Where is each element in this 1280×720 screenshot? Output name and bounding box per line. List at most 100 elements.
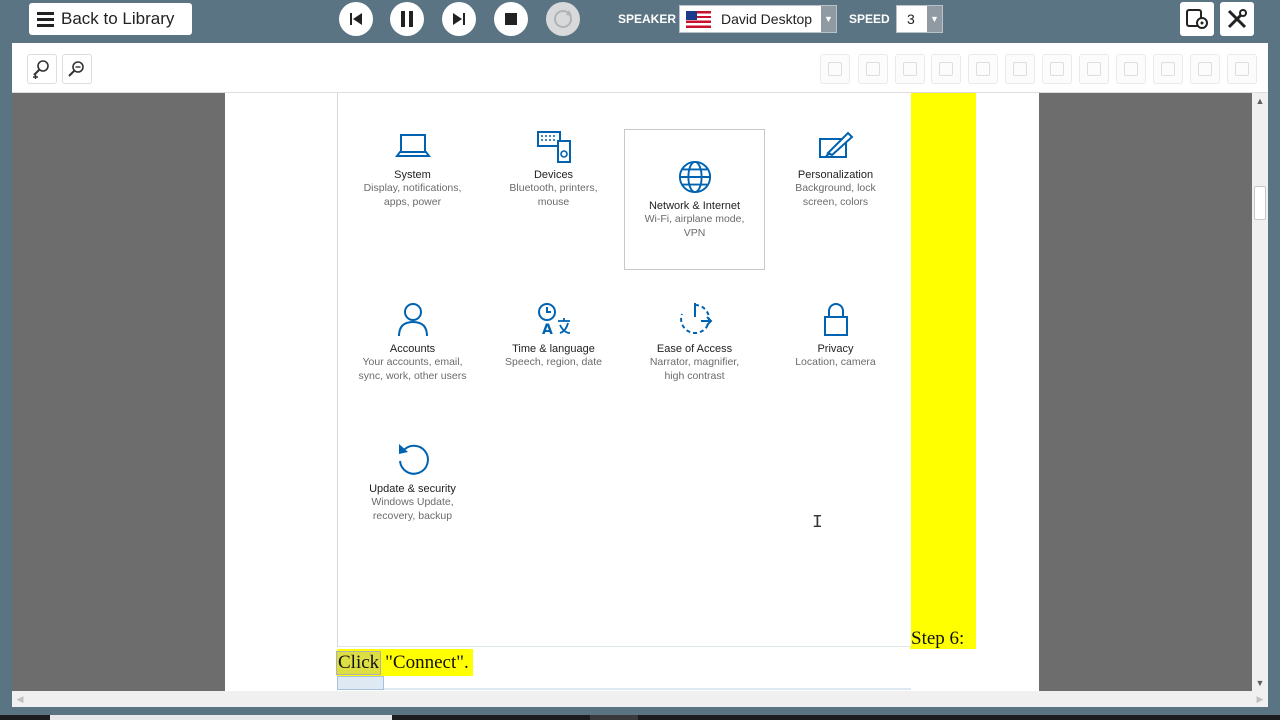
copy-icon <box>866 62 880 76</box>
scroll-left-icon[interactable]: ◀ <box>12 691 28 707</box>
ease-of-access-icon <box>679 303 712 334</box>
highlight-tool-button[interactable] <box>1079 54 1109 84</box>
top-toolbar: Back to Library SPEAKER David Desktop ▼ … <box>0 0 1280 43</box>
repeat-button[interactable] <box>546 2 580 36</box>
paste-tool-button[interactable] <box>931 54 961 84</box>
cut-tool-button[interactable] <box>895 54 925 84</box>
delete-tool-button[interactable] <box>1227 54 1257 84</box>
tile-title: System <box>394 169 431 181</box>
edit-icon <box>1050 62 1064 76</box>
zoom-out-button[interactable] <box>62 54 92 84</box>
text-tool-button[interactable] <box>1116 54 1146 84</box>
instruction-text: "Connect". <box>385 651 469 673</box>
tile-description: Bluetooth, printers, mouse <box>509 182 598 208</box>
svg-text:A: A <box>542 322 553 337</box>
text-cursor-icon: I <box>812 513 823 533</box>
tile-description: Speech, region, date <box>505 356 602 368</box>
screen-settings-button[interactable] <box>1180 2 1214 36</box>
check-icon <box>1198 62 1212 76</box>
next-image-edge <box>384 688 911 690</box>
tools-button[interactable] <box>1220 2 1254 36</box>
tile-title: Devices <box>533 169 574 181</box>
tile-title: Personalization <box>797 169 874 181</box>
tile-title: Network & Internet <box>648 200 741 212</box>
us-flag-icon <box>686 10 711 28</box>
paste-icon <box>939 62 953 76</box>
edit-tool-button[interactable] <box>1042 54 1072 84</box>
speed-label: SPEED <box>849 12 890 26</box>
settings-tile-devices: Devices Bluetooth, printers, mouse <box>483 131 624 272</box>
person-icon <box>397 303 428 337</box>
zoom-out-icon <box>68 61 84 77</box>
lock-icon <box>823 303 848 336</box>
copy-tool-button[interactable] <box>858 54 888 84</box>
refresh-icon <box>398 444 429 475</box>
search-tool-button[interactable] <box>1005 54 1035 84</box>
speaker-label: SPEAKER <box>618 12 677 26</box>
settings-tile-update-security: Update & security Windows Update, recove… <box>342 441 483 582</box>
vertical-scrollbar[interactable]: ▲ ▼ <box>1252 93 1268 691</box>
next-button[interactable] <box>442 2 476 36</box>
undo-tool-button[interactable] <box>968 54 998 84</box>
settings-tile-system: System Display, notifications, apps, pow… <box>342 131 483 272</box>
laptop-icon <box>394 134 431 157</box>
instruction-line: Click "Connect". <box>335 649 473 676</box>
taskbar-strip <box>0 715 1280 720</box>
pause-button[interactable] <box>390 2 424 36</box>
settings-tile-time-language: A Time & language Speech, region, date <box>483 301 624 442</box>
repeat-icon <box>554 10 572 28</box>
scissors-icon <box>903 62 917 76</box>
settings-tile-personalization: Personalization Background, lock screen,… <box>765 131 906 272</box>
tile-title: Update & security <box>369 483 456 495</box>
list-icon <box>37 11 54 27</box>
search-icon <box>1013 62 1027 76</box>
tile-title: Privacy <box>817 343 854 355</box>
highlighter-icon <box>1087 62 1101 76</box>
tile-description: Display, notifications, apps, power <box>363 182 462 208</box>
screen-gear-icon <box>1186 9 1208 29</box>
scrollbar-thumb[interactable] <box>1254 186 1266 220</box>
text-selection <box>337 676 384 690</box>
scroll-up-icon[interactable]: ▲ <box>1252 93 1268 109</box>
zoom-in-button[interactable] <box>27 54 57 84</box>
highlight-column <box>910 93 976 649</box>
settings-tile-network: Network & Internet Wi-Fi, airplane mode,… <box>624 129 765 270</box>
tile-description: Wi-Fi, airplane mode, VPN <box>644 213 745 239</box>
settings-tile-accounts: Accounts Your accounts, email, sync, wor… <box>342 301 483 442</box>
speed-select[interactable]: 3 ▼ <box>896 5 943 33</box>
taskbar-item[interactable] <box>590 715 638 720</box>
previous-button[interactable] <box>339 2 373 36</box>
scroll-down-icon[interactable]: ▼ <box>1252 675 1268 691</box>
stop-button[interactable] <box>494 2 528 36</box>
eraser-tool-button[interactable] <box>1153 54 1183 84</box>
horizontal-scrollbar[interactable]: ◀ ▶ <box>12 691 1268 707</box>
taskbar-window-item[interactable] <box>50 715 392 720</box>
stop-icon <box>505 13 517 25</box>
skip-back-icon <box>350 13 362 25</box>
tile-title: Accounts <box>389 343 436 355</box>
chevron-down-icon: ▼ <box>821 6 836 32</box>
tile-description: Windows Update, recovery, backup <box>371 496 454 522</box>
time-language-icon: A <box>537 303 570 337</box>
tile-description: Narrator, magnifier, high contrast <box>649 356 740 382</box>
embedded-settings-screenshot: System Display, notifications, apps, pow… <box>337 93 911 647</box>
chevron-down-icon: ▼ <box>927 6 942 32</box>
speed-value: 3 <box>907 11 915 27</box>
check-tool-button[interactable] <box>1190 54 1220 84</box>
save-tool-button[interactable] <box>820 54 850 84</box>
back-to-library-button[interactable]: Back to Library <box>29 3 192 35</box>
scroll-right-icon[interactable]: ▶ <box>1252 691 1268 707</box>
tools-icon <box>1227 9 1247 29</box>
document-page: System Display, notifications, apps, pow… <box>225 93 1039 691</box>
skip-forward-icon <box>453 13 465 25</box>
text-icon <box>1124 62 1138 76</box>
back-to-library-label: Back to Library <box>61 9 175 28</box>
document-toolbar <box>12 43 1268 93</box>
speaker-value: David Desktop <box>721 11 813 27</box>
speaker-select[interactable]: David Desktop ▼ <box>679 5 837 33</box>
tile-description: Your accounts, email, sync, work, other … <box>358 356 467 382</box>
undo-icon <box>976 62 990 76</box>
paintbrush-icon <box>818 131 853 158</box>
globe-icon <box>678 160 711 194</box>
tile-title: Time & language <box>512 343 595 355</box>
